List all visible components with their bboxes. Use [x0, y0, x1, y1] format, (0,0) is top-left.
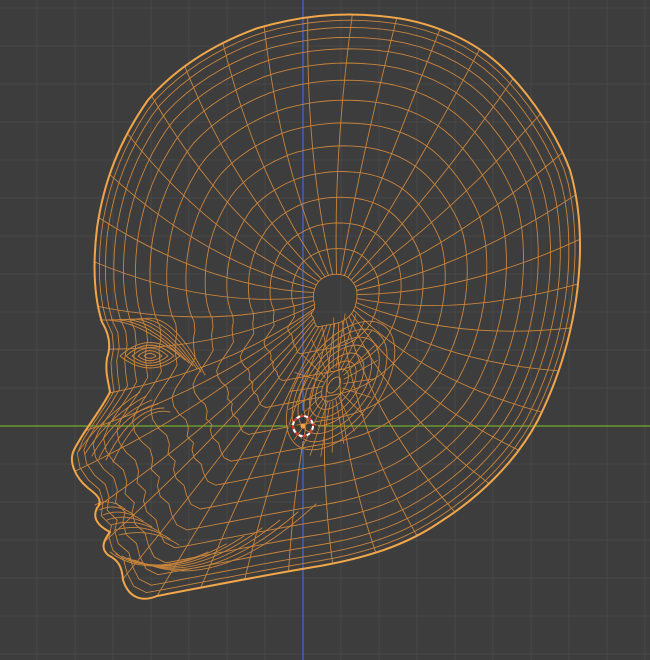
3d-viewport[interactable]: [0, 0, 650, 660]
mesh-latitude-edges: [76, 19, 576, 594]
origin-dot: [300, 423, 306, 429]
viewport-canvas[interactable]: [0, 0, 650, 660]
head-mesh[interactable]: [70, 13, 581, 600]
